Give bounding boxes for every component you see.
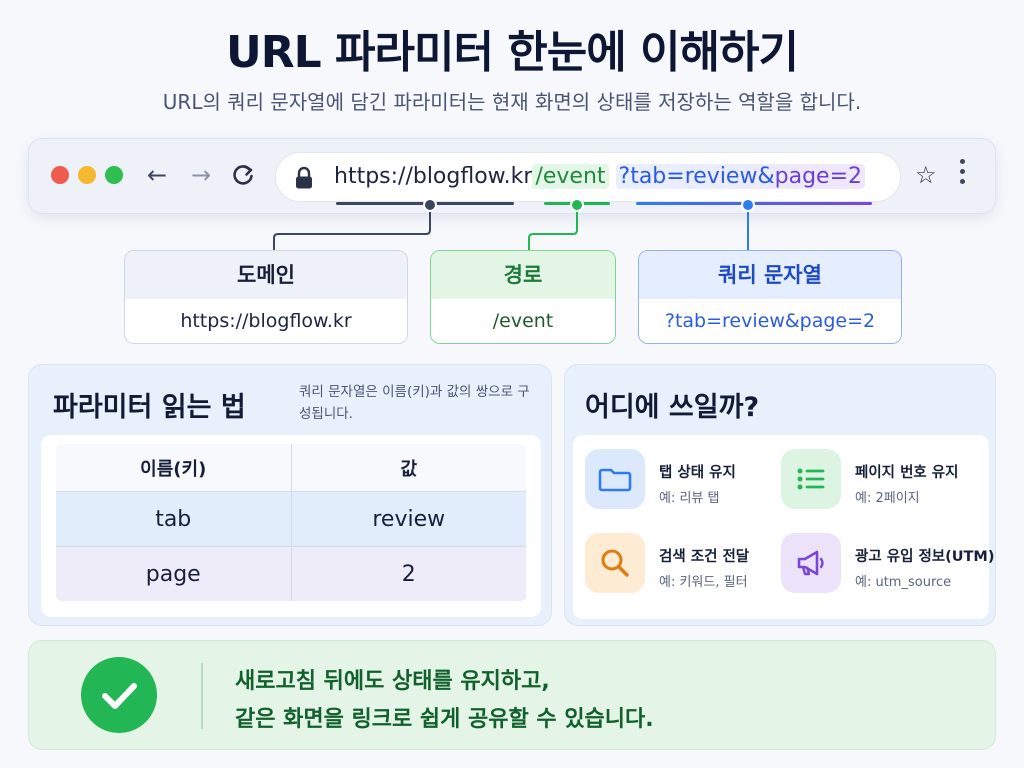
address-bar[interactable]: https://blogflow.kr/event ?tab=review&pa… [275, 152, 901, 202]
usage-label: 광고 유입 정보(UTM) [855, 549, 995, 565]
usage-label: 검색 조건 전달 [659, 549, 750, 565]
list-icon [781, 449, 841, 509]
usage-panel: 어디에 쓰일까? 탭 상태 유지 예: 리뷰 탭 페이지 번호 유지 예: 2페… [564, 364, 996, 626]
url-text: https://blogflow.kr/event ?tab=review&pa… [334, 164, 866, 189]
reading-panel: 파라미터 읽는 법 쿼리 문자열은 이름(키)과 값의 쌍으로 구성됩니다. 이… [28, 364, 552, 626]
page-title: URL 파라미터 한눈에 이해하기 [226, 27, 799, 78]
param-value: review [290, 491, 526, 547]
table-row: page 2 [56, 546, 526, 601]
reload-icon[interactable] [229, 161, 257, 189]
query-card: 쿼리 문자열 ?tab=review&page=2 [638, 250, 902, 344]
banner-divider [201, 663, 203, 729]
maximize-window-dot[interactable] [105, 166, 123, 184]
page-subtitle: URL의 쿼리 문자열에 담긴 파라미터는 현재 화면의 상태를 저장하는 역할… [162, 90, 862, 114]
path-card: 경로 /event [430, 250, 616, 344]
usage-example: 예: 리뷰 탭 [659, 491, 720, 506]
url-path: /event [532, 164, 609, 189]
domain-card-value: https://blogflow.kr [125, 299, 407, 343]
usage-item-tab-state: 탭 상태 유지 예: 리뷰 탭 [585, 449, 785, 515]
more-vert-icon[interactable] [957, 159, 967, 189]
summary-banner: 새로고침 뒤에도 상태를 유지하고, 같은 화면을 링크로 쉽게 공유할 수 있… [28, 640, 996, 750]
path-card-label: 경로 [431, 251, 615, 299]
folder-icon [585, 449, 645, 509]
usage-example: 예: utm_source [855, 575, 952, 590]
param-key: tab [56, 491, 292, 547]
reading-note: 쿼리 문자열은 이름(키)과 값의 쌍으로 구성됩니다. [299, 384, 530, 422]
path-underline [544, 202, 610, 205]
query-card-label: 쿼리 문자열 [639, 251, 901, 299]
usage-list: 탭 상태 유지 예: 리뷰 탭 페이지 번호 유지 예: 2페이지 검색 조건 … [573, 435, 994, 619]
query-card-value: ?tab=review&page=2 [639, 299, 901, 343]
back-arrow-icon[interactable]: ← [143, 161, 171, 189]
table-row: tab review [56, 491, 526, 547]
usage-example: 예: 2페이지 [855, 491, 920, 506]
reading-title: 파라미터 읽는 법 [53, 392, 246, 423]
domain-underline [336, 202, 514, 205]
domain-card-label: 도메인 [125, 251, 407, 299]
usage-example: 예: 키워드, 필터 [659, 575, 748, 590]
column-header-value: 값 [290, 444, 526, 492]
star-icon[interactable]: ☆ [915, 161, 937, 189]
domain-card: 도메인 https://blogflow.kr [124, 250, 408, 344]
param-table-card: 이름(키) 값 tab review page 2 [41, 435, 541, 617]
usage-title: 어디에 쓰일까? [585, 392, 760, 423]
param-value: 2 [290, 546, 526, 601]
path-card-value: /event [431, 299, 615, 343]
lock-icon [294, 166, 314, 194]
column-header-key: 이름(키) [56, 444, 292, 492]
banner-line-2: 같은 화면을 링크로 쉽게 공유할 수 있습니다. [235, 707, 654, 732]
param-table: 이름(키) 값 tab review page 2 [55, 443, 527, 602]
url-query: ?tab=review&page=2 [615, 164, 866, 189]
param-key: page [56, 546, 292, 601]
url-query-start: ?tab=review& [618, 164, 775, 189]
usage-label: 탭 상태 유지 [659, 465, 736, 481]
query-underline [636, 202, 872, 205]
check-circle-icon [81, 657, 157, 733]
forward-arrow-icon[interactable]: → [187, 161, 215, 189]
minimize-window-dot[interactable] [78, 166, 96, 184]
close-window-dot[interactable] [51, 166, 69, 184]
url-domain: https://blogflow.kr [334, 164, 533, 189]
usage-item-search: 검색 조건 전달 예: 키워드, 필터 [585, 533, 785, 599]
search-icon [585, 533, 645, 593]
usage-item-utm: 광고 유입 정보(UTM) 예: utm_source [781, 533, 994, 599]
usage-item-page-number: 페이지 번호 유지 예: 2페이지 [781, 449, 981, 515]
url-query-end: page=2 [774, 164, 863, 189]
banner-line-1: 새로고침 뒤에도 상태를 유지하고, [235, 669, 550, 694]
megaphone-icon [781, 533, 841, 593]
usage-label: 페이지 번호 유지 [855, 465, 959, 481]
